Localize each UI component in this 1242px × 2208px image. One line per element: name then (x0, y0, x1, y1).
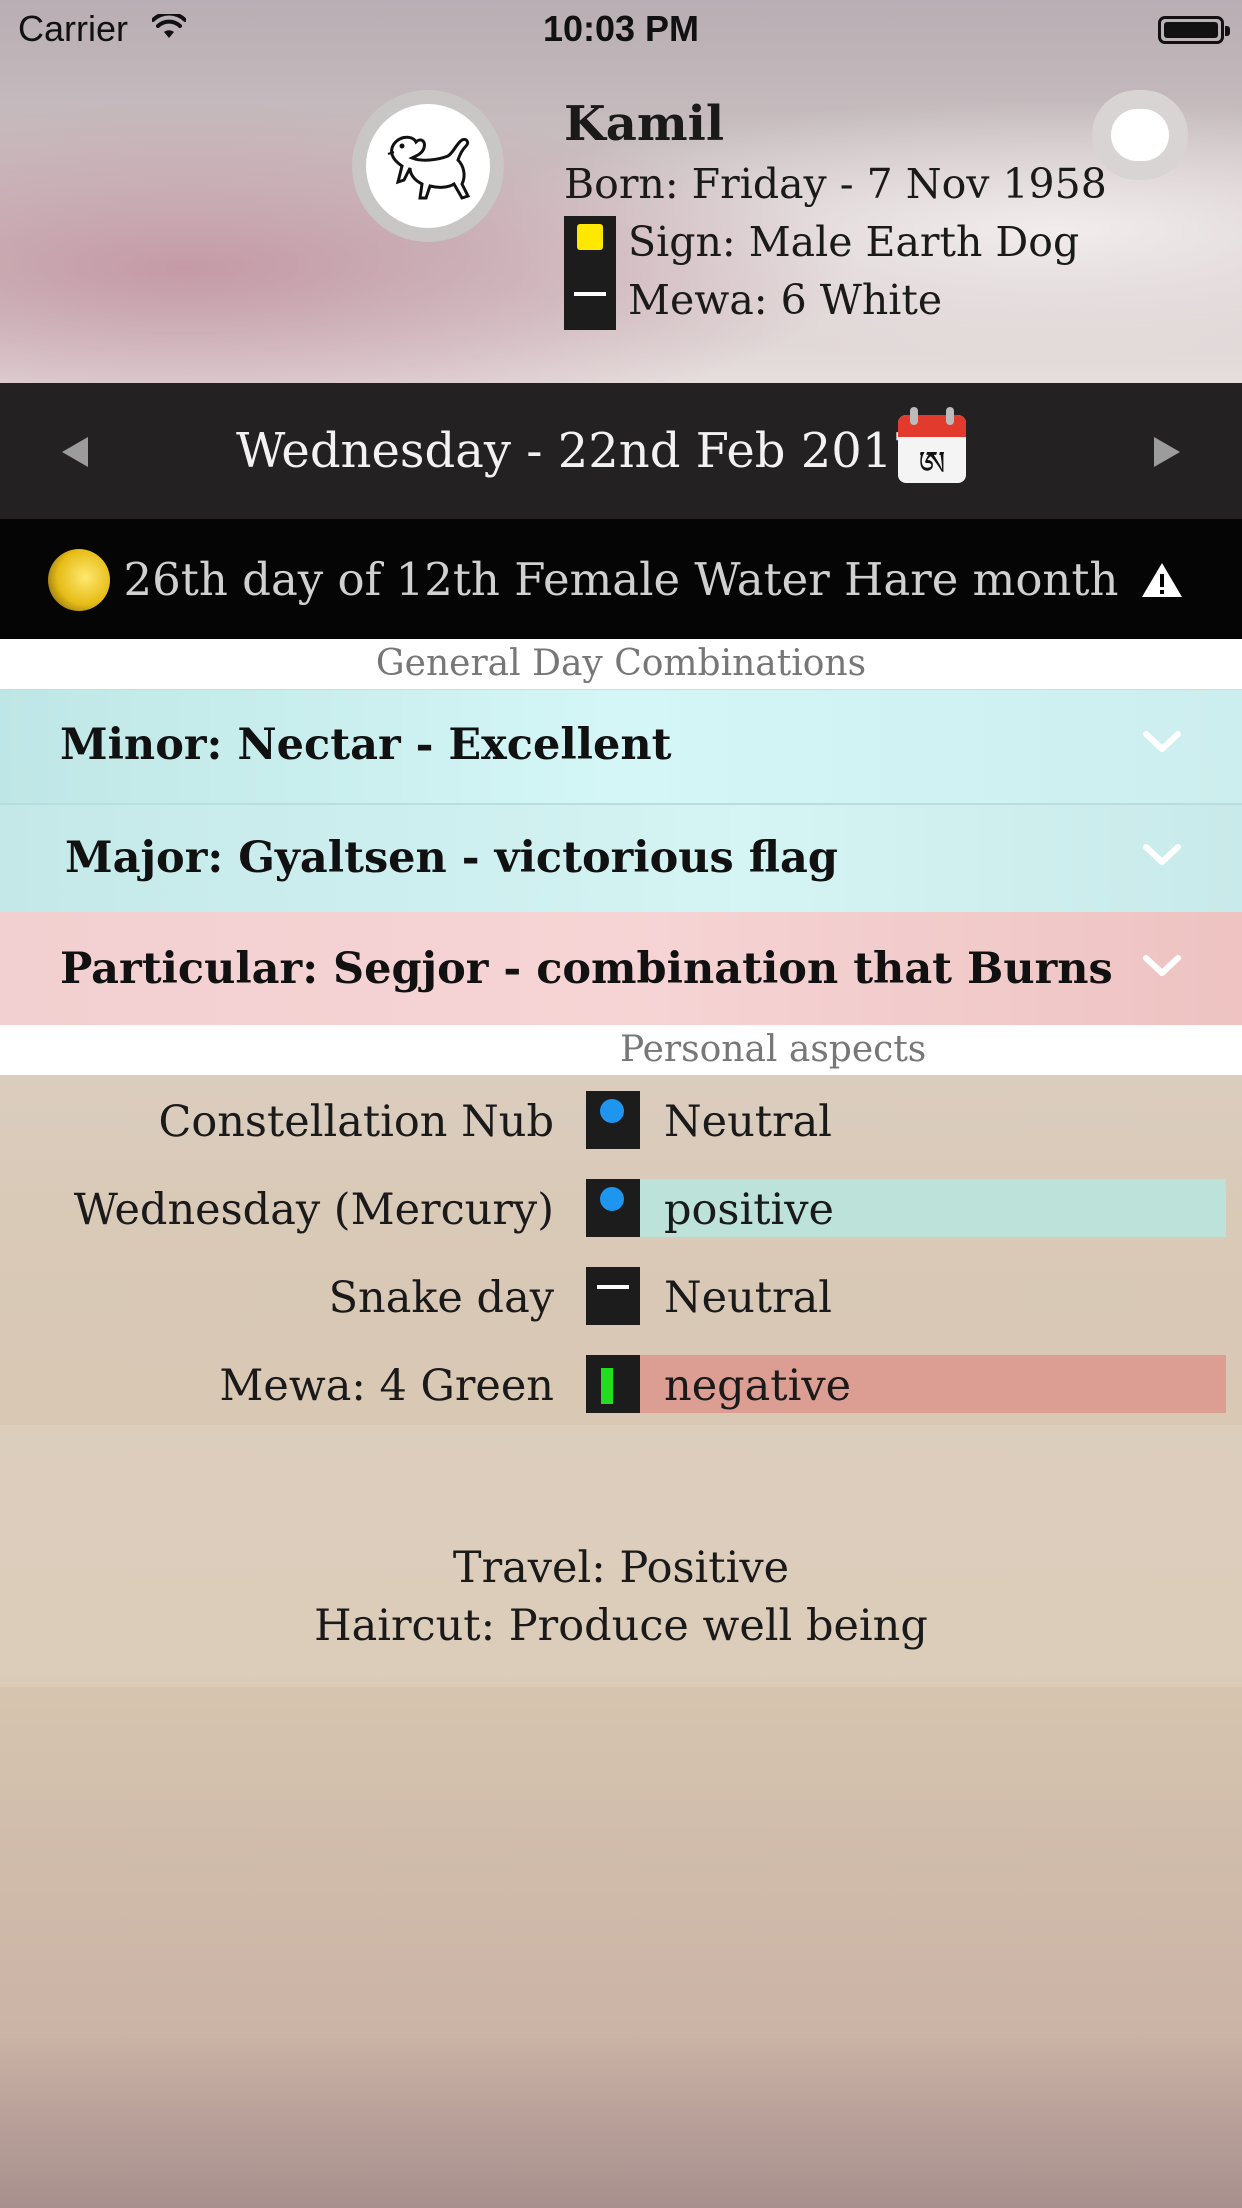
previous-day-button[interactable] (50, 427, 100, 477)
aspect-name: Snake day (328, 1273, 554, 1323)
blue-dot-icon (586, 1179, 640, 1237)
green-bar-icon (586, 1355, 640, 1413)
combination-row-minor[interactable]: Minor: Nectar - Excellent (0, 690, 1242, 805)
general-combinations-title: General Day Combinations (375, 643, 867, 684)
current-date: Wednesday - 22nd Feb 2017 (236, 423, 923, 479)
profile-mewa: Mewa: 6 White (628, 276, 943, 324)
toggle-button[interactable] (1092, 90, 1188, 180)
travel-text: Travel: Positive (452, 1543, 790, 1593)
avatar[interactable] (366, 104, 490, 228)
chevron-down-icon[interactable] (1142, 730, 1182, 758)
calendar-glyph: ཨ (918, 444, 945, 484)
aspect-value: positive (640, 1179, 1226, 1237)
activities-panel: Travel: Positive Haircut: Produce well b… (0, 1425, 1242, 1687)
sign-color-icon (577, 224, 603, 250)
battery-icon (1158, 16, 1230, 44)
status-bar: Carrier 10:03 PM (0, 0, 1242, 60)
profile-sign: Sign: Male Earth Dog (628, 218, 1080, 266)
chevron-down-icon[interactable] (1142, 843, 1182, 871)
aspect-row: Wednesday (Mercury) positive (0, 1179, 1242, 1239)
aspect-value: negative (640, 1355, 1226, 1413)
haircut-text: Haircut: Produce well being (314, 1601, 928, 1651)
next-day-button[interactable] (1142, 427, 1192, 477)
aspect-value: Neutral (664, 1273, 832, 1323)
lunar-date-text: 26th day of 12th Female Water Hare month (123, 553, 1119, 606)
tibetan-calendar-icon[interactable]: ཨ (896, 405, 968, 485)
date-navigation: Wednesday - 22nd Feb 2017 ཨ (0, 383, 1242, 519)
dog-icon (387, 135, 471, 200)
aspect-row: Snake day Neutral (0, 1267, 1242, 1327)
aspect-name: Wednesday (Mercury) (73, 1185, 554, 1235)
combination-label: Minor: Nectar - Excellent (60, 720, 672, 770)
personal-aspects-header: Personal aspects (0, 1025, 1242, 1075)
personal-aspects-title: Personal aspects (620, 1029, 927, 1070)
white-dash-icon (586, 1267, 640, 1325)
lunar-date-bar: 26th day of 12th Female Water Hare month (0, 519, 1242, 639)
aspect-name: Mewa: 4 Green (219, 1361, 554, 1411)
arrow-left-icon (62, 437, 88, 467)
aspect-name: Constellation Nub (158, 1097, 554, 1147)
profile-born: Born: Friday - 7 Nov 1958 (564, 160, 1107, 208)
personal-aspects-list: Constellation Nub Neutral Wednesday (Mer… (0, 1075, 1242, 1425)
mewa-white-icon (574, 292, 606, 296)
warning-icon[interactable] (1140, 561, 1184, 603)
status-time: 10:03 PM (542, 8, 700, 49)
arrow-right-icon (1154, 437, 1180, 467)
aspect-row: Constellation Nub Neutral (0, 1091, 1242, 1151)
combination-label: Particular: Segjor - combination that Bu… (60, 944, 1113, 994)
general-combinations-header: General Day Combinations (0, 639, 1242, 689)
chevron-down-icon[interactable] (1142, 954, 1182, 982)
combination-label: Major: Gyaltsen - victorious flag (65, 833, 838, 883)
profile-name: Kamil (564, 96, 725, 152)
aspect-value: Neutral (664, 1097, 832, 1147)
aspect-row: Mewa: 4 Green negative (0, 1355, 1242, 1415)
combination-row-particular[interactable]: Particular: Segjor - combination that Bu… (0, 912, 1242, 1025)
combination-row-major[interactable]: Major: Gyaltsen - victorious flag (0, 805, 1242, 918)
blue-dot-icon (586, 1091, 640, 1149)
